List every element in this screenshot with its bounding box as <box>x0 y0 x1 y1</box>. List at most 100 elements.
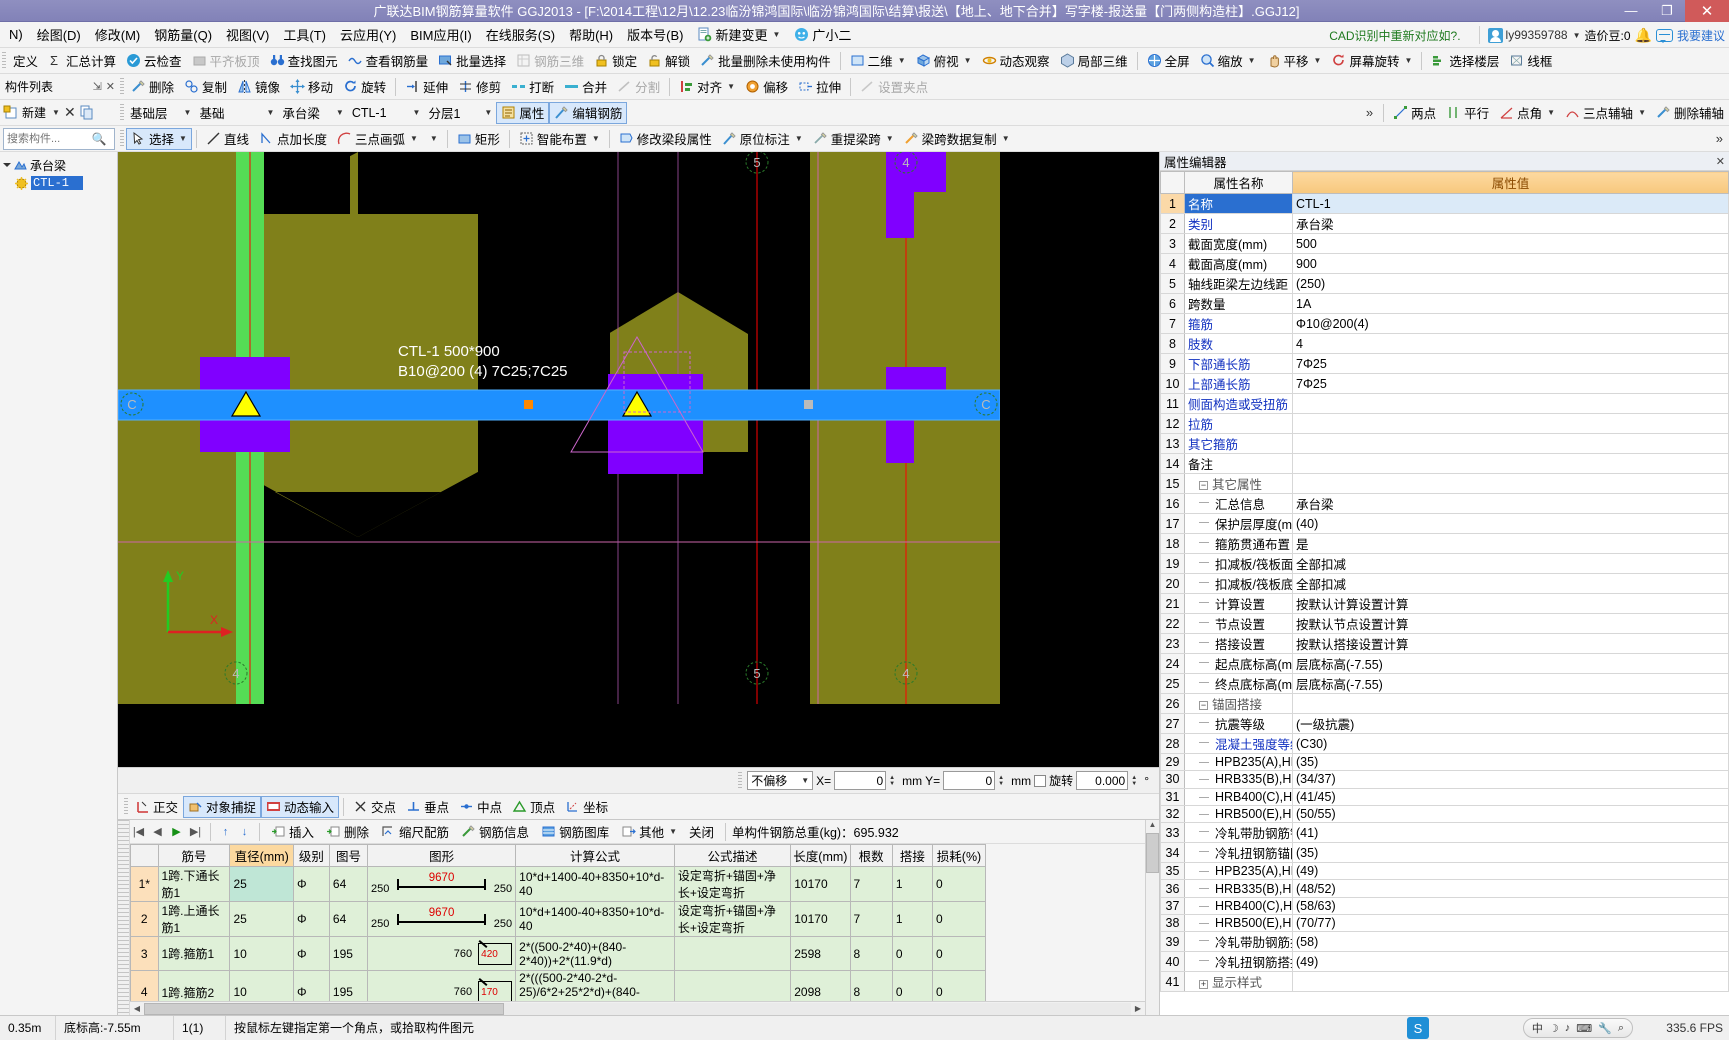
pin-icon[interactable]: ⇲ <box>93 80 102 93</box>
cell-property-value[interactable] <box>1292 473 1729 494</box>
delete-row-button[interactable]: 删除 <box>321 821 374 843</box>
cell-diameter[interactable]: 25 <box>229 901 294 937</box>
cell-property-value[interactable]: (250) <box>1292 273 1729 294</box>
line-tool-button[interactable]: 直线 <box>201 128 254 150</box>
table-row[interactable]: 1* 1跨.下通长筋1 25 Φ 64 250 9670 250 10*d+1400-40+83… <box>130 866 986 902</box>
close-icon[interactable]: ✕ <box>1716 155 1725 168</box>
cell-property-value[interactable] <box>1292 413 1729 434</box>
cell-property-value[interactable]: (34/37) <box>1292 770 1729 789</box>
toolbar-overflow-button[interactable]: » <box>1360 105 1379 120</box>
break-button[interactable]: 打断 <box>506 76 559 98</box>
cell-rebar-no[interactable]: 1跨.上通长筋1 <box>157 901 231 937</box>
three-point-arc-button[interactable]: 三点画弧 ▼ <box>332 128 423 150</box>
cell-length[interactable]: 10170 <box>790 901 851 937</box>
unlock-button[interactable]: 解锁 <box>642 50 695 72</box>
cell-property-value[interactable]: (41/45) <box>1292 787 1729 806</box>
vertex-snap-toggle[interactable]: 顶点 <box>507 796 560 818</box>
cell-property-name[interactable]: 冷轧带肋钢筋搭 <box>1184 931 1293 953</box>
cell-rebar-no[interactable]: 1跨.下通长筋1 <box>157 866 231 902</box>
cell-formula-desc[interactable] <box>673 970 792 1001</box>
select-floor-button[interactable]: 选择楼层 <box>1426 50 1504 72</box>
rotate-button[interactable]: 旋转 <box>338 76 391 98</box>
cell-lap[interactable]: 1 <box>891 901 934 937</box>
rebar-vscrollbar[interactable]: ▲ <box>1145 820 1159 1015</box>
cell-property-name[interactable]: HRB500(E),HRB5 <box>1184 804 1293 824</box>
close-icon[interactable]: ✕ <box>106 80 115 93</box>
cell-property-value[interactable]: (48/52) <box>1292 879 1729 898</box>
coin-label[interactable]: 造价豆:0 <box>1585 27 1631 44</box>
local-3d-button[interactable]: 局部三维 <box>1055 50 1133 72</box>
cell-property-name[interactable]: 截面宽度(mm) <box>1184 233 1293 254</box>
property-row[interactable]: 15− 其它属性 <box>1160 473 1729 494</box>
more-draw-tools-button[interactable]: ▼ <box>423 128 443 150</box>
rebar-panel-grip[interactable] <box>118 820 130 1015</box>
property-row[interactable]: 19 扣减板/筏板面 全部扣减 <box>1160 553 1729 574</box>
close-rebar-panel-button[interactable]: 关闭 <box>684 821 719 843</box>
property-row[interactable]: 37HRB400(C),HRB4(58/63) <box>1160 896 1729 916</box>
cell-property-name[interactable]: 节点设置 <box>1184 613 1293 634</box>
search-icon[interactable]: 🔍 <box>90 130 108 148</box>
scale-rebar-button[interactable]: 缩尺配筋 <box>376 821 454 843</box>
property-row[interactable]: 38HRB500(E),HRB5(70/77) <box>1160 914 1729 933</box>
delete-axis-button[interactable]: 删除辅轴 <box>1651 102 1729 124</box>
cell-row-index[interactable]: 1* <box>130 866 159 902</box>
restore-button[interactable]: ❐ <box>1649 0 1685 22</box>
property-row[interactable]: 41 + 显示样式 <box>1160 971 1729 993</box>
coordinate-snap-toggle[interactable]: 坐标 <box>560 796 613 818</box>
cell-property-name[interactable]: 上部通长筋 <box>1184 373 1293 394</box>
drawing-canvas[interactable]: 5 4 C C 4 5 4 CTL-1 500*900 B10@200 (4) 7C25… <box>118 152 1159 767</box>
layer-select[interactable]: 分层1 ▼ <box>424 103 496 122</box>
view-2d-button[interactable]: 二维 ▼ <box>845 50 911 72</box>
dynamic-orbit-button[interactable]: 动态观察 <box>977 50 1055 72</box>
dynamic-input-toggle[interactable]: 动态输入 <box>261 795 340 818</box>
property-row[interactable]: 8 肢数 4 <box>1160 333 1729 354</box>
property-row[interactable]: 27 抗震等级 (一级抗震) <box>1160 713 1729 734</box>
intersection-snap-toggle[interactable]: 交点 <box>348 796 401 818</box>
property-row[interactable]: 12 拉筋 <box>1160 413 1729 434</box>
batch-select-button[interactable]: 批量选择 <box>433 50 511 72</box>
cell-property-name[interactable]: 扣减板/筏板面 <box>1184 553 1293 574</box>
menu-item-cloud[interactable]: 云应用(Y) <box>333 23 403 46</box>
new-change-button[interactable]: 新建变更 ▼ <box>690 23 787 46</box>
property-row[interactable]: 25 终点底标高(m) 层底标高(-7.55) <box>1160 673 1729 694</box>
cell-property-value[interactable]: 7Φ25 <box>1292 373 1729 394</box>
cell-shape[interactable]: 250 9670 250 <box>366 901 517 937</box>
cell-property-name[interactable]: HRB500(E),HRB5 <box>1184 914 1293 933</box>
cell-property-name[interactable]: 扣减板/筏板底 <box>1184 573 1293 594</box>
cell-property-name[interactable]: 箍筋贯通布置 <box>1184 533 1293 554</box>
property-row[interactable]: 17保护层厚度(mm)(40) <box>1160 513 1729 534</box>
menu-item-help[interactable]: 帮助(H) <box>562 23 620 46</box>
merge-button[interactable]: 合并 <box>559 76 612 98</box>
property-button[interactable]: 属性 <box>496 101 550 124</box>
collapse-minus-icon[interactable]: − <box>1199 481 1208 491</box>
cell-grade[interactable]: Φ <box>292 936 330 971</box>
cell-property-name[interactable]: 拉筋 <box>1184 413 1293 434</box>
cell-property-value[interactable]: 7Φ25 <box>1292 353 1729 374</box>
last-record-button[interactable]: ▶| <box>187 823 204 840</box>
cell-property-name[interactable]: 侧面构造或受扭筋 <box>1184 393 1293 414</box>
tree-node-ctl-1[interactable]: CTL-1 <box>2 174 115 192</box>
extend-button[interactable]: 延伸 <box>400 76 453 98</box>
scroll-thumb[interactable] <box>1146 833 1159 873</box>
floor-select[interactable]: 基础层 ▼ <box>126 103 195 122</box>
cell-property-value[interactable]: 按默认计算设置计算 <box>1292 593 1729 614</box>
rotate-spinner[interactable]: ▲ ▼ <box>1131 775 1141 787</box>
object-snap-toggle[interactable]: 对象捕捉 <box>183 795 262 818</box>
cell-property-value[interactable]: 层底标高(-7.55) <box>1292 653 1729 674</box>
property-row[interactable]: 36HRB335(B),HRB3(48/52) <box>1160 879 1729 898</box>
cell-row-index[interactable]: 2 <box>130 901 159 937</box>
cell-property-name[interactable]: 抗震等级 <box>1184 713 1293 734</box>
cell-property-value[interactable]: 500 <box>1292 233 1729 254</box>
x-spinner[interactable]: ▲ ▼ <box>889 775 899 787</box>
toolbar-grip[interactable] <box>124 797 128 816</box>
y-spinner[interactable]: ▲ ▼ <box>998 775 1008 787</box>
zoom-button[interactable]: 缩放 ▼ <box>1195 50 1261 72</box>
cell-property-value[interactable]: 按默认搭接设置计算 <box>1292 633 1729 654</box>
menu-item-tools[interactable]: 工具(T) <box>276 23 333 46</box>
ime-mode-chinese[interactable]: 中 <box>1532 1020 1543 1036</box>
property-row[interactable]: 32HRB500(E),HRB5(50/55) <box>1160 804 1729 824</box>
cell-property-value[interactable]: 层底标高(-7.55) <box>1292 673 1729 694</box>
cell-property-value[interactable] <box>1292 971 1729 993</box>
ime-toolbar[interactable]: 中 ☽ ♪ ⌨ 🔧 ⌕ <box>1522 1018 1633 1038</box>
cell-grade[interactable]: Φ <box>292 970 330 1001</box>
